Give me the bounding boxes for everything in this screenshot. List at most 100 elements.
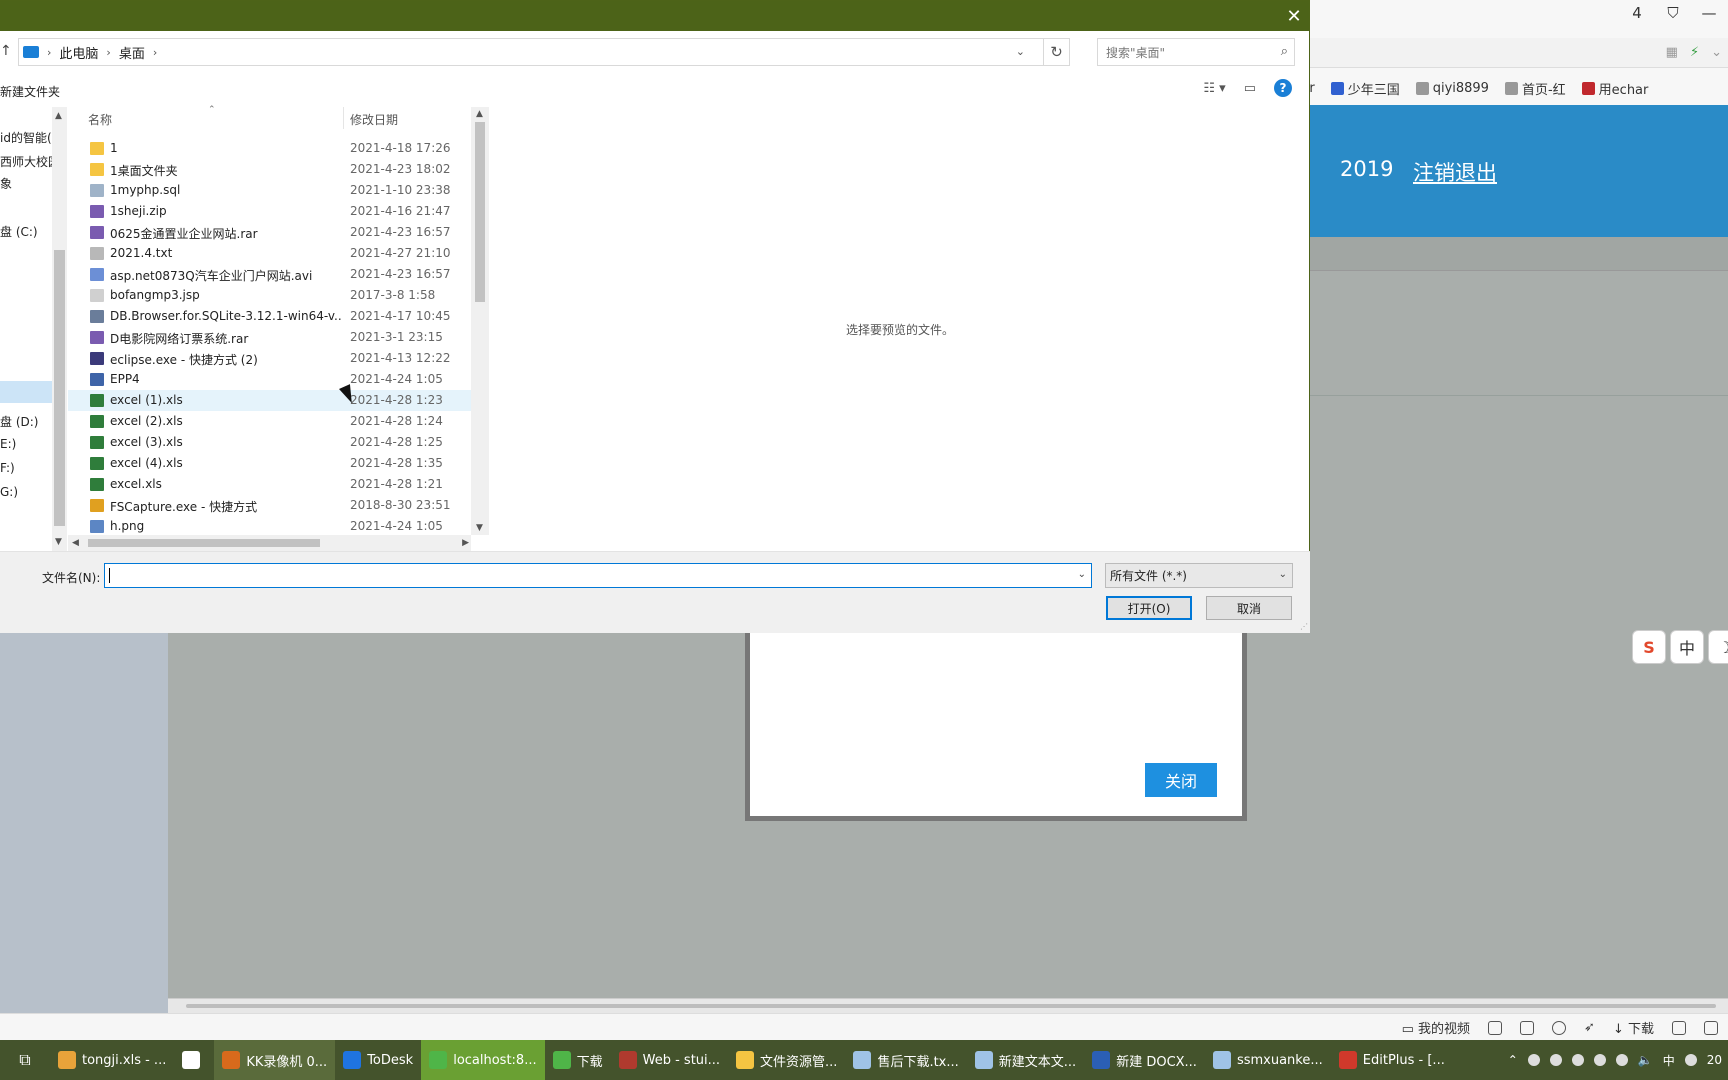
chevron-up-icon[interactable]: ⌃ — [1508, 1053, 1518, 1067]
dialog-title-bar[interactable]: ✕ — [0, 1, 1309, 31]
nav-pane-item[interactable]: id的智能( — [0, 129, 52, 146]
filename-input[interactable]: ⌄ — [104, 563, 1092, 588]
logout-link[interactable]: 注销退出 — [1413, 157, 1497, 187]
nav-pane-item[interactable]: F:) — [0, 461, 15, 475]
volume-icon[interactable]: 🔈 — [1638, 1053, 1653, 1067]
filetype-select[interactable]: 所有文件 (*.*) ⌄ — [1105, 563, 1293, 588]
file-row[interactable]: excel (4).xls 2021-4-28 1:35 — [68, 453, 471, 474]
qq-icon[interactable] — [1549, 1054, 1562, 1066]
window-icon[interactable] — [1704, 1020, 1718, 1035]
qq-icon[interactable] — [1593, 1054, 1606, 1066]
taskbar-item[interactable] — [174, 1040, 214, 1080]
headset-icon[interactable] — [1672, 1020, 1686, 1035]
bookmark-item[interactable]: 用echar — [1581, 79, 1648, 98]
antivirus-icon[interactable] — [1527, 1054, 1540, 1066]
file-row[interactable]: EPP4 2021-4-24 1:05 — [68, 369, 471, 390]
file-row[interactable]: 2021.4.txt 2021-4-27 21:10 — [68, 243, 471, 264]
taskbar-item[interactable]: 新建文本文... — [967, 1040, 1084, 1080]
shield-icon[interactable] — [1488, 1020, 1503, 1035]
shirt-icon[interactable]: ⛉ — [1662, 4, 1684, 22]
arrow-up-icon[interactable]: ↑ — [0, 43, 12, 59]
file-row[interactable]: eclipse.exe - 快捷方式 (2) 2021-4-13 12:22 — [68, 348, 471, 369]
file-row[interactable]: 1 2021-4-18 17:26 — [68, 138, 471, 159]
breadcrumb-desktop[interactable]: 桌面 — [119, 43, 145, 62]
new-folder-button[interactable]: 新建文件夹 — [0, 83, 60, 100]
nav-pane-item[interactable]: 盘 (C:) — [0, 223, 38, 240]
file-row[interactable]: excel (1).xls 2021-4-28 1:23 — [68, 390, 471, 411]
grid-icon[interactable]: ▦ — [1666, 45, 1678, 60]
nav-scrollbar[interactable]: ▲ ▼ — [52, 107, 67, 551]
taskbar-item[interactable]: tongji.xls - ... — [50, 1040, 174, 1080]
file-row[interactable]: FSCapture.exe - 快捷方式 2018-8-30 23:51 — [68, 495, 471, 516]
taskbar-item[interactable]: Web - stui... — [611, 1040, 728, 1080]
tray-lang[interactable]: 中 — [1663, 1052, 1675, 1069]
image-icon[interactable] — [1520, 1020, 1535, 1035]
nav-pane-item[interactable]: G:) — [0, 485, 18, 499]
taskbar-item[interactable]: 下载 — [545, 1040, 611, 1080]
clock[interactable]: 20 — [1707, 1053, 1722, 1067]
sogou-icon[interactable]: S — [1632, 630, 1666, 664]
bookmark-item[interactable]: 少年三国 — [1330, 79, 1400, 98]
file-row[interactable]: 1myphp.sql 2021-1-10 23:38 — [68, 180, 471, 201]
file-row[interactable]: DB.Browser.for.SQLite-3.12.1-win64-v... 2… — [68, 306, 471, 327]
search-input[interactable]: 搜索"桌面" ⌕ — [1097, 38, 1295, 66]
chevron-right-icon[interactable]: › — [47, 46, 51, 59]
file-row[interactable]: bofangmp3.jsp 2017-3-8 1:58 — [68, 285, 471, 306]
bookmark-item[interactable]: 首页-红 — [1504, 79, 1566, 98]
minimize-button[interactable]: — — [1698, 4, 1720, 22]
moon-icon[interactable]: ☽ — [1708, 630, 1728, 664]
nav-scroll-thumb[interactable] — [54, 250, 65, 526]
qq-icon[interactable] — [1571, 1054, 1584, 1066]
network-icon[interactable] — [1615, 1054, 1628, 1066]
file-list-vertical-scrollbar[interactable]: ▲ ▼ — [471, 107, 489, 535]
column-header-date[interactable]: 修改日期 — [350, 111, 398, 128]
rocket-icon[interactable]: ➶ — [1584, 1020, 1595, 1035]
file-row[interactable]: excel.xls 2021-4-28 1:21 — [68, 474, 471, 495]
open-button[interactable]: 打开(O) — [1106, 596, 1192, 620]
taskbar-item[interactable]: 售后下载.tx... — [845, 1040, 966, 1080]
taskbar-item[interactable]: KK录像机 0... — [214, 1040, 336, 1080]
scroll-right-icon[interactable]: ▶ — [462, 538, 469, 548]
bookmark-item[interactable]: qiyi8899 — [1415, 81, 1489, 96]
cancel-button[interactable]: 取消 — [1206, 596, 1292, 620]
speed-icon[interactable] — [1552, 1020, 1567, 1035]
scroll-up-icon[interactable]: ▲ — [55, 111, 62, 121]
app-icon[interactable] — [1684, 1054, 1697, 1066]
taskbar-item[interactable]: 文件资源管... — [728, 1040, 845, 1080]
view-options-icon[interactable]: ☷ ▾ — [1203, 81, 1225, 96]
close-icon[interactable]: ✕ — [1283, 5, 1305, 27]
chevron-down-icon[interactable]: ⌄ — [1711, 45, 1722, 60]
file-row[interactable]: D电影院网络订票系统.rar 2021-3-1 23:15 — [68, 327, 471, 348]
taskbar-item[interactable]: ToDesk — [335, 1040, 421, 1080]
scroll-down-icon[interactable]: ▼ — [476, 523, 483, 533]
taskbar-item[interactable]: 新建 DOCX... — [1084, 1040, 1205, 1080]
column-divider[interactable] — [343, 107, 344, 129]
file-list-horizontal-scrollbar[interactable]: ◀ ▶ — [68, 535, 471, 551]
horizontal-scroll-thumb[interactable] — [88, 539, 320, 547]
preview-pane-icon[interactable]: ▭ — [1244, 81, 1256, 96]
chevron-down-icon[interactable]: ⌄ — [1279, 569, 1287, 580]
downloads-link[interactable]: ↓ 下载 — [1613, 1018, 1654, 1037]
resize-grip[interactable]: ⋰ — [1300, 622, 1308, 631]
file-row[interactable]: excel (2).xls 2021-4-28 1:24 — [68, 411, 471, 432]
page-horizontal-scrollbar[interactable] — [168, 998, 1728, 1013]
my-videos-link[interactable]: ▭ 我的视频 — [1402, 1018, 1470, 1037]
column-header-name[interactable]: 名称 — [88, 111, 112, 128]
task-view-icon[interactable]: ⧉ — [0, 1040, 50, 1080]
breadcrumb[interactable]: › 此电脑 › 桌面 › ⌄ — [18, 38, 1044, 66]
refresh-button[interactable]: ↻ — [1044, 38, 1070, 66]
file-row[interactable]: 0625金通置业企业网站.rar 2021-4-23 16:57 — [68, 222, 471, 243]
tab-count-badge[interactable]: 4 — [1626, 4, 1648, 22]
chevron-right-icon[interactable]: › — [106, 46, 110, 59]
file-row[interactable]: h.png 2021-4-24 1:05 — [68, 516, 471, 537]
chevron-right-icon[interactable]: › — [153, 46, 157, 59]
file-row[interactable]: 1sheji.zip 2021-4-16 21:47 — [68, 201, 471, 222]
file-row[interactable]: 1桌面文件夹 2021-4-23 18:02 — [68, 159, 471, 180]
taskbar-item[interactable]: localhost:8... — [421, 1040, 545, 1080]
nav-pane-item[interactable]: 象 — [0, 175, 12, 192]
search-icon[interactable]: ⌕ — [1281, 44, 1288, 59]
chevron-down-icon[interactable]: ⌄ — [1016, 45, 1025, 58]
taskbar-item[interactable]: ssmxuanke... — [1205, 1040, 1331, 1080]
file-row[interactable]: asp.net0873Q汽车企业门户网站.avi 2021-4-23 16:57 — [68, 264, 471, 285]
nav-pane-item[interactable]: 盘 (D:) — [0, 413, 38, 430]
